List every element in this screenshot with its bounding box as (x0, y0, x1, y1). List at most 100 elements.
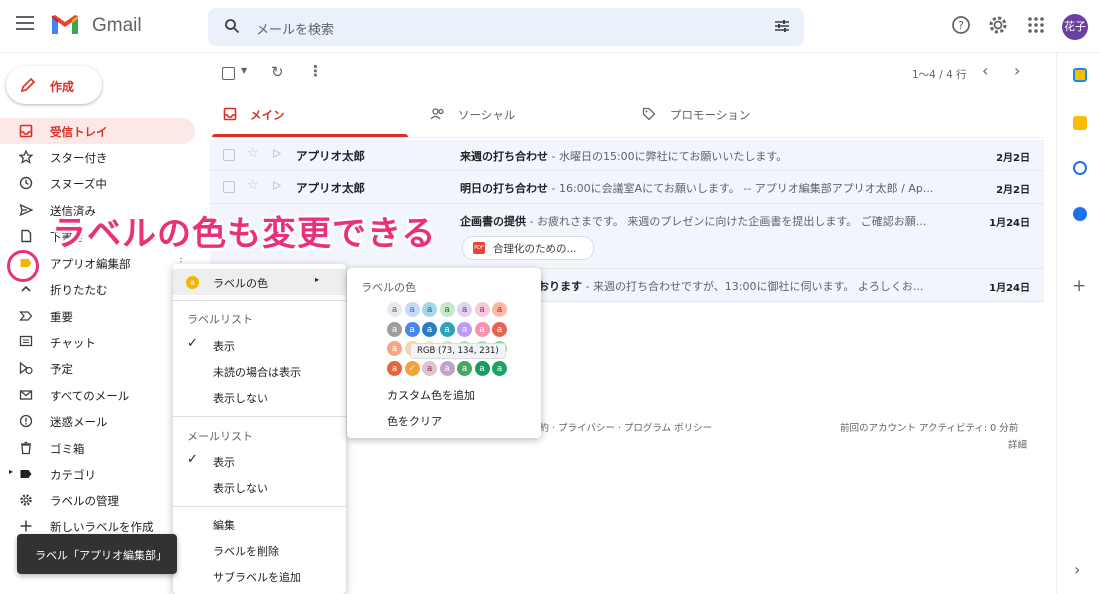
sidebar-item-important[interactable]: 重要 (0, 303, 195, 329)
sidebar-item-spam[interactable]: 迷惑メール (0, 408, 195, 434)
sidebar-item-trash[interactable]: ゴミ箱 (0, 435, 195, 461)
star-icon[interactable]: ☆ (247, 178, 259, 193)
color-swatch[interactable]: a (457, 302, 472, 317)
color-swatch[interactable]: a (474, 360, 490, 376)
menu-item-mail-show[interactable]: 表示 (213, 454, 235, 470)
menu-item-show-if-unread[interactable]: 未読の場合は表示 (213, 364, 301, 380)
account-avatar[interactable]: 花子 (1062, 14, 1088, 40)
tab-social[interactable]: ソーシャル (428, 95, 628, 137)
sidebar-item-inbox[interactable]: 受信トレイ (0, 118, 195, 144)
color-swatch[interactable]: a (457, 360, 472, 376)
sidebar-item-snoozed[interactable]: スヌーズ中 (0, 170, 195, 196)
color-swatch[interactable]: a (422, 360, 437, 376)
sidebar-item-scheduled[interactable]: 予定 (0, 355, 195, 381)
color-swatch[interactable]: a (387, 302, 402, 317)
color-swatch[interactable]: a (439, 302, 455, 317)
add-addon-plus-icon[interactable]: + (1072, 276, 1086, 296)
menu-item-edit[interactable]: 編集 (213, 517, 235, 533)
label-context-menu: a ラベルの色 ▸ ラベルリスト ✓ 表示 未読の場合は表示 表示しない メール… (173, 264, 346, 594)
color-swatch[interactable]: a (492, 360, 507, 376)
color-swatch[interactable]: a (387, 321, 402, 337)
expand-arrow-icon[interactable]: ▸ (9, 467, 13, 476)
select-all-checkbox[interactable] (222, 67, 235, 80)
important-marker-icon[interactable]: ᐅ (272, 147, 281, 161)
sidebar-item-all-mail[interactable]: すべてのメール (0, 382, 195, 408)
email-subject: 明日の打ち合わせ (460, 182, 548, 195)
menu-item-show[interactable]: 表示 (213, 338, 235, 354)
menu-divider (173, 416, 346, 417)
menu-item-add-sublabel[interactable]: サブラベルを追加 (213, 569, 301, 585)
sidebar-item-chat[interactable]: チャット (0, 329, 195, 355)
apps-grid-icon[interactable] (1025, 14, 1049, 38)
star-icon[interactable]: ☆ (247, 146, 259, 161)
tab-promotions[interactable]: プロモーション (640, 95, 860, 137)
menu-item-delete-label[interactable]: ラベルを削除 (213, 543, 279, 559)
color-swatch[interactable]: a (474, 321, 490, 337)
menu-item-hide[interactable]: 表示しない (213, 390, 268, 406)
sidebar-item-categories[interactable]: ▸ カテゴリ (0, 461, 195, 487)
row-checkbox[interactable] (223, 149, 235, 161)
sidebar-item-label: スヌーズ中 (50, 177, 107, 191)
color-swatch[interactable]: a (474, 302, 490, 317)
chevron-right-icon[interactable]: › (1014, 61, 1020, 80)
color-swatch[interactable]: a (422, 321, 437, 337)
add-custom-color-button[interactable]: カスタム色を追加 (387, 387, 475, 403)
search-bar[interactable]: メールを検索 (208, 8, 804, 46)
search-input[interactable]: メールを検索 (256, 19, 334, 38)
sidebar-item-starred[interactable]: スター付き (0, 144, 195, 170)
tab-main[interactable]: メイン (212, 95, 408, 137)
compose-button[interactable]: 作成 (6, 66, 102, 104)
sidebar-item-label: 受信トレイ (50, 125, 108, 139)
menu-divider (173, 300, 346, 301)
color-swatch[interactable]: a (387, 341, 402, 356)
color-swatch[interactable]: a (387, 360, 402, 376)
chevron-left-icon[interactable]: ‹ (982, 61, 988, 80)
color-swatch[interactable]: a (492, 302, 507, 317)
expand-panel-chevron-icon[interactable]: › (1074, 560, 1080, 579)
sidebar-item-manage-labels[interactable]: ラベルの管理 (0, 487, 195, 513)
color-swatch[interactable]: a (439, 321, 455, 337)
color-swatch[interactable]: a (492, 321, 507, 337)
email-snippet: - 来週の打ち合わせですが、13:00に御社に伺います。 よろしくお... (582, 280, 924, 293)
color-swatch[interactable]: a (404, 321, 420, 337)
more-options-icon[interactable]: ⋮ (308, 62, 323, 80)
calendar-icon[interactable] (1073, 68, 1087, 82)
select-dropdown-icon[interactable]: ▼ (241, 66, 247, 75)
email-subject-line: 企画書の提供 - お疲れさまです。 来週のプレゼンに向けた企画書を提出します。 … (460, 213, 960, 229)
help-icon[interactable]: ? (950, 14, 974, 38)
email-row[interactable]: ☆ ᐅ アプリオ太郎 明日の打ち合わせ - 16:00に会議室Aにてお願いします… (210, 171, 1044, 204)
main-menu-icon[interactable] (16, 16, 34, 30)
menu-item-mail-hide[interactable]: 表示しない (213, 480, 268, 496)
trash-icon (19, 441, 33, 455)
settings-gear-icon[interactable] (987, 14, 1011, 38)
refresh-icon[interactable]: ↻ (271, 63, 284, 81)
color-swatch-selected[interactable]: ✓ (404, 360, 420, 376)
sidebar-item-label: アプリオ編集部 (50, 257, 131, 271)
clear-color-button[interactable]: 色をクリア (387, 413, 442, 429)
contacts-icon[interactable] (1073, 207, 1087, 221)
menu-divider (173, 506, 346, 507)
color-swatch[interactable]: a (457, 321, 472, 337)
gmail-logo-icon[interactable] (50, 14, 80, 36)
email-row[interactable]: ☆ ᐅ アプリオ太郎 来週の打ち合わせ - 水曜日の15:00に弊社にてお願いい… (210, 140, 1044, 171)
row-checkbox[interactable] (223, 181, 235, 193)
search-icon[interactable] (224, 18, 240, 37)
app-name[interactable]: Gmail (92, 15, 142, 37)
tasks-icon[interactable] (1073, 161, 1087, 175)
keep-icon[interactable] (1073, 116, 1087, 130)
important-marker-icon[interactable]: ᐅ (272, 179, 281, 193)
attachment-chip[interactable]: PDF 合理化のための... (462, 236, 594, 260)
color-swatch[interactable]: a (404, 302, 420, 317)
search-options-icon[interactable] (774, 18, 790, 37)
footer-links[interactable]: 規約 · プライバシー · プログラム ポリシー (530, 420, 712, 434)
highlight-ring (7, 250, 39, 282)
color-swatch[interactable]: a (422, 302, 437, 317)
snackbar-message: ラベル「アプリオ編集部」 (35, 549, 167, 562)
details-link[interactable]: 詳細 (1008, 437, 1027, 451)
email-date: 1月24日 (989, 283, 1030, 294)
snackbar: ラベル「アプリオ編集部」 (17, 534, 177, 574)
people-icon (430, 107, 446, 124)
email-subject-line: 明日の打ち合わせ - 16:00に会議室Aにてお願いします。 -- アプリオ編集… (460, 180, 960, 196)
menu-item-label-color[interactable]: a ラベルの色 ▸ (173, 269, 346, 295)
color-swatch[interactable]: a (439, 360, 455, 376)
